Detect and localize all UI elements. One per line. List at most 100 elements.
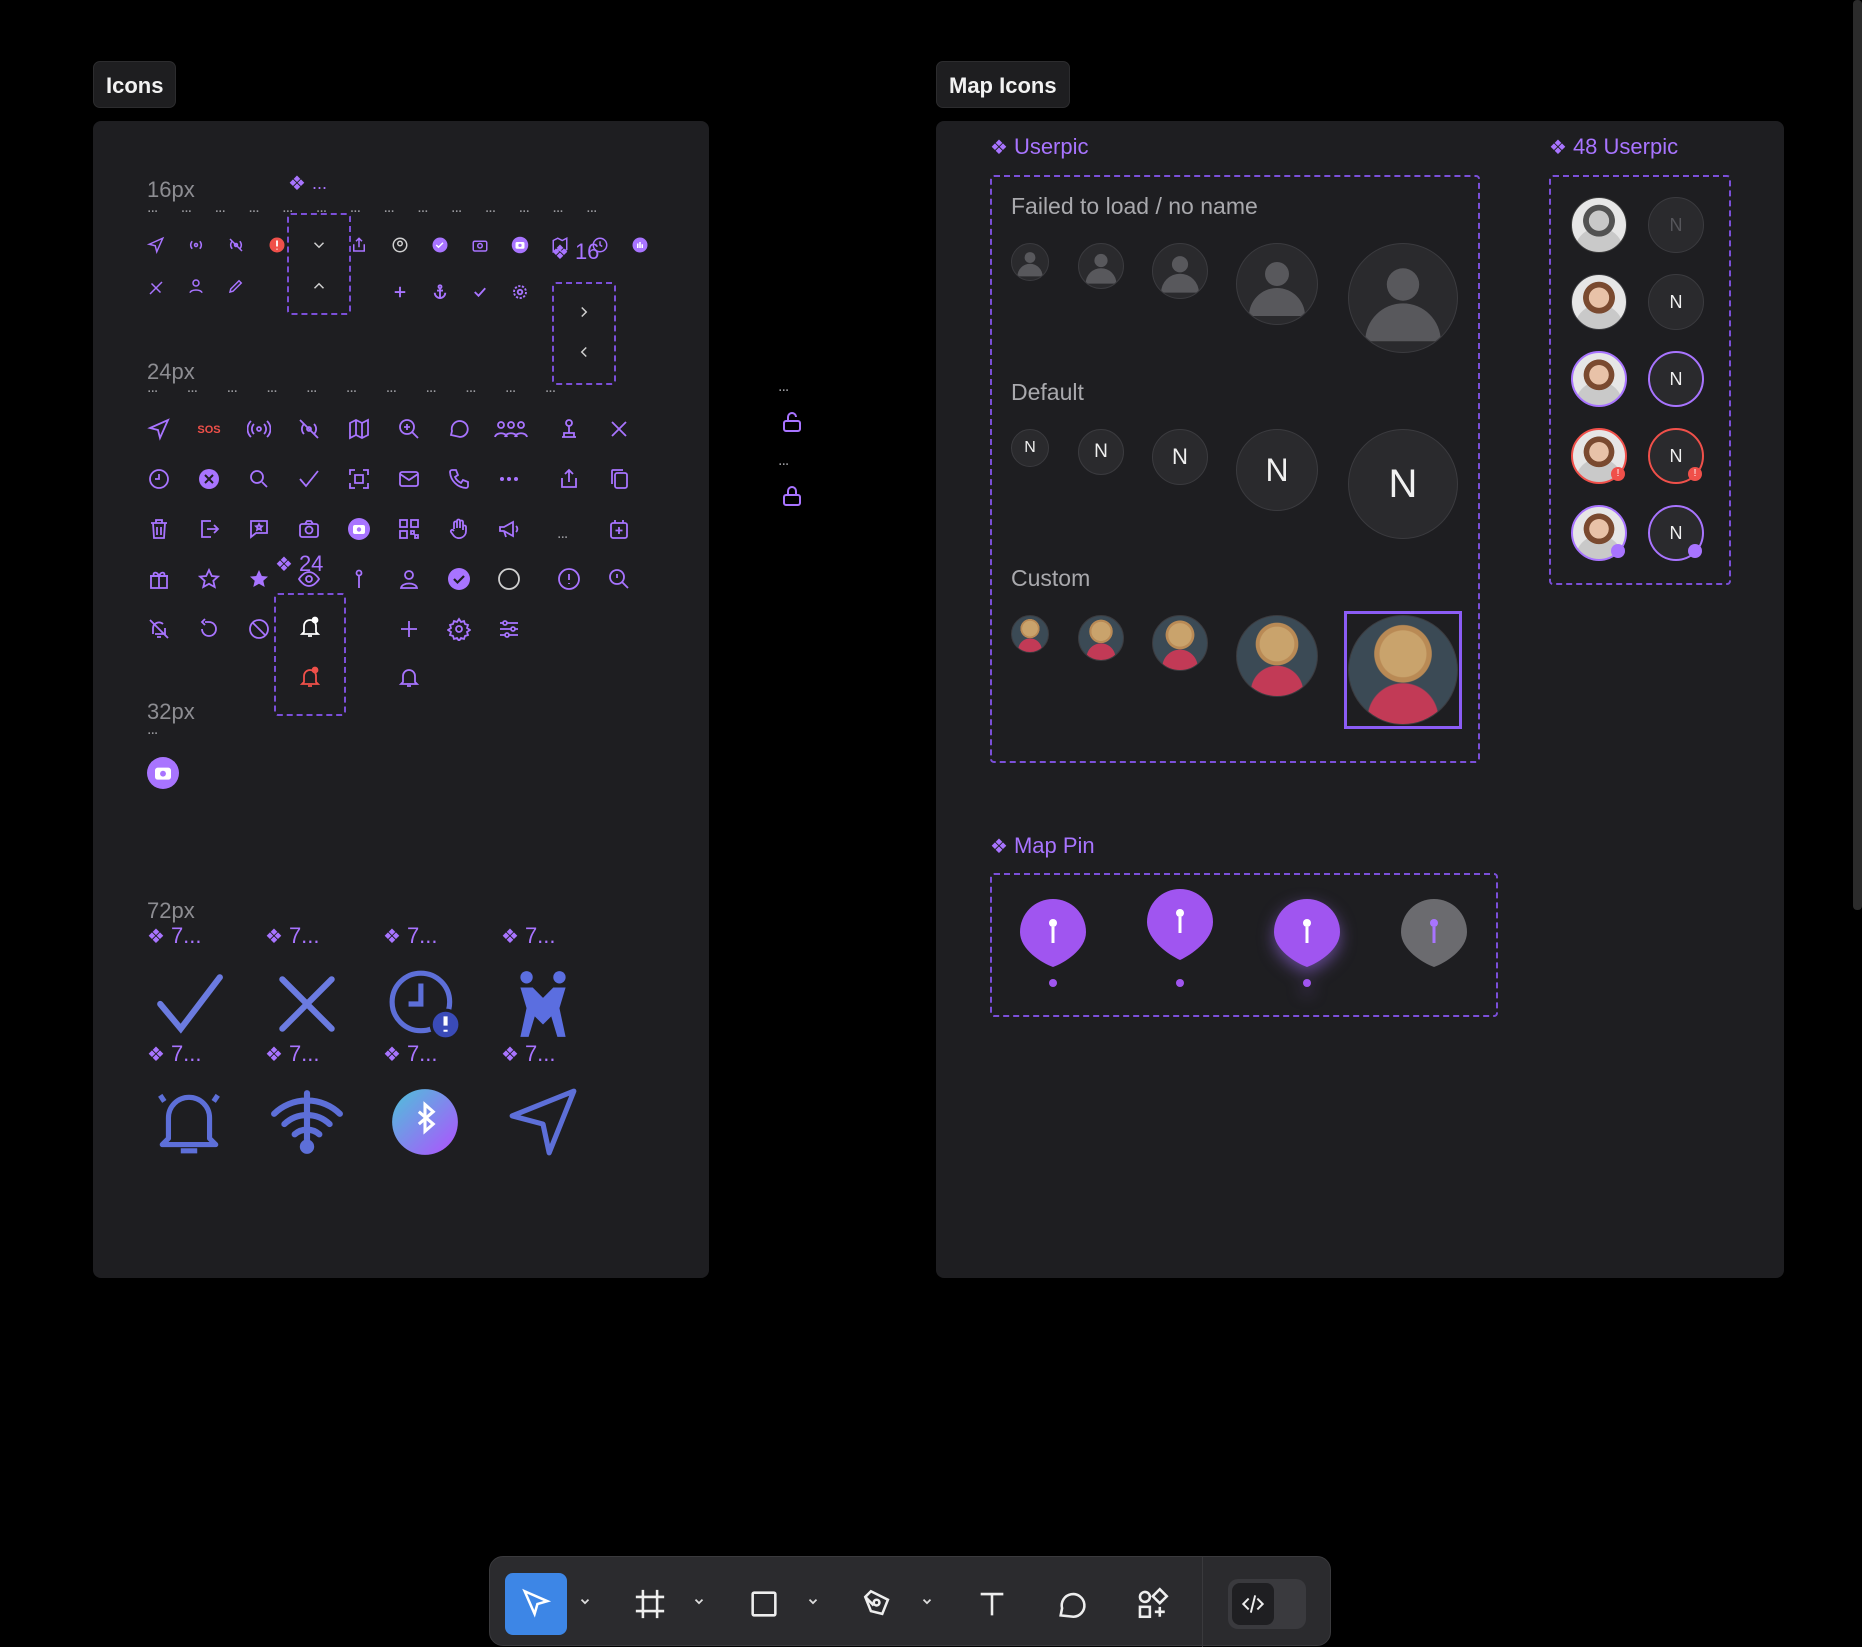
signal-off-icon[interactable] [227,236,245,254]
hand-wave-icon[interactable] [447,517,471,541]
close-icon[interactable] [607,417,631,441]
signal-icon[interactable] [247,417,271,441]
avatar-photo[interactable] [1078,615,1124,661]
text-tool-button[interactable] [961,1573,1023,1635]
plus-icon[interactable] [397,617,421,641]
sliders-icon[interactable] [497,617,521,641]
signal-off-icon[interactable] [297,417,321,441]
chevron-down-icon[interactable] [578,1595,592,1609]
avatar-photo[interactable] [1571,351,1627,407]
camera-icon[interactable] [297,517,321,541]
close-circle-filled-icon[interactable] [197,467,221,491]
person-icon[interactable] [187,277,205,295]
gear-icon[interactable] [511,283,529,301]
bell-large-icon[interactable] [152,1085,226,1159]
search-icon[interactable] [247,467,271,491]
plane-icon[interactable] [147,279,165,297]
user-circle-icon[interactable] [391,236,409,254]
avatar-placeholder[interactable] [1348,243,1458,353]
group-icon[interactable] [493,417,529,441]
navigation-icon[interactable] [147,236,165,254]
avatar-initial[interactable]: N [1648,274,1704,330]
check-icon[interactable] [471,283,489,301]
navigation-icon[interactable] [147,417,171,441]
avatar-initial[interactable]: N [1078,429,1124,475]
bluetooth-large-icon[interactable] [388,1085,462,1159]
avatar-initial[interactable]: N [1236,429,1318,511]
search-zoom-icon[interactable] [607,567,631,591]
avatar-placeholder[interactable] [1011,243,1049,281]
map-pin-icon[interactable] [1145,887,1215,987]
chevron-right-icon[interactable] [575,303,593,321]
alert-badge-icon[interactable] [268,236,286,254]
zoom-in-icon[interactable] [397,417,421,441]
bell-alert-icon[interactable] [298,665,322,689]
avatar-initial[interactable]: N [1011,429,1049,467]
info-alert-icon[interactable] [557,567,581,591]
camera-icon[interactable] [471,236,489,254]
pin-icon[interactable] [347,567,371,591]
rectangle-tool-button[interactable] [733,1573,795,1635]
navigation-large-icon[interactable] [506,1085,580,1159]
copy-icon[interactable] [607,467,631,491]
check-circle-filled-icon[interactable] [447,567,471,591]
map-pin-icon[interactable] [1272,897,1342,987]
avatar-photo[interactable] [1571,274,1627,330]
more-horizontal-icon[interactable] [497,467,521,491]
dropdown-component-box[interactable] [287,213,351,315]
map-icon[interactable] [347,417,371,441]
avatar-placeholder[interactable] [1078,243,1124,289]
plus-icon[interactable] [391,283,409,301]
map-pin-icon[interactable] [1018,897,1088,987]
dev-mode-toggle[interactable] [1228,1579,1306,1629]
camera-filled-icon[interactable] [147,757,179,789]
clock-alert-large-icon[interactable] [388,967,462,1041]
trash-icon[interactable] [147,517,171,541]
pen-tool-button[interactable] [847,1573,909,1635]
unlock-icon[interactable] [780,410,804,434]
share-icon[interactable] [350,236,368,254]
avatar-photo[interactable] [1236,615,1318,697]
block-icon[interactable] [247,617,271,641]
chevron-left-icon[interactable] [575,343,593,361]
clock-icon[interactable] [147,467,171,491]
signal-icon[interactable] [187,236,205,254]
frame-label-map-icons[interactable]: Map Icons [936,61,1070,108]
avatar-initial[interactable]: N [1648,351,1704,407]
check-large-icon[interactable] [152,967,226,1041]
share-icon[interactable] [557,467,581,491]
avatar-initial[interactable]: N [1648,197,1704,253]
sos-icon[interactable]: SOS [197,417,221,441]
chevron-down-icon[interactable] [692,1595,706,1609]
chevron-down-icon[interactable] [310,236,328,254]
frame-label-icons[interactable]: Icons [93,61,177,108]
vertical-scrollbar[interactable] [1853,0,1862,910]
components-tool-button[interactable] [1121,1573,1183,1635]
gift-icon[interactable] [147,567,171,591]
avatar-photo[interactable] [1348,615,1458,725]
circle-outline-icon[interactable] [497,567,521,591]
hand-badge-icon[interactable] [631,236,649,254]
star-outline-icon[interactable] [197,567,221,591]
joystick-icon[interactable] [557,417,581,441]
chevron-down-icon[interactable] [920,1595,934,1609]
wifi-off-large-icon[interactable] [270,1085,344,1159]
camera-filled-icon[interactable] [511,236,529,254]
bell-component-box[interactable] [274,593,346,716]
avatar-photo[interactable] [1011,615,1049,653]
anchor-icon[interactable] [431,283,449,301]
person-icon[interactable] [397,567,421,591]
comment-tool-button[interactable] [1041,1573,1103,1635]
star-filled-icon[interactable] [247,567,271,591]
check-circle-filled-icon[interactable] [431,236,449,254]
arrow-component-box[interactable] [552,282,616,385]
scan-icon[interactable] [347,467,371,491]
phone-icon[interactable] [447,467,471,491]
avatar-initial[interactable]: N [1152,429,1208,485]
close-large-icon[interactable] [270,967,344,1041]
mail-icon[interactable] [397,467,421,491]
logout-icon[interactable] [197,517,221,541]
review-icon[interactable] [247,517,271,541]
megaphone-icon[interactable] [497,517,521,541]
notifications-off-icon[interactable] [147,617,171,641]
